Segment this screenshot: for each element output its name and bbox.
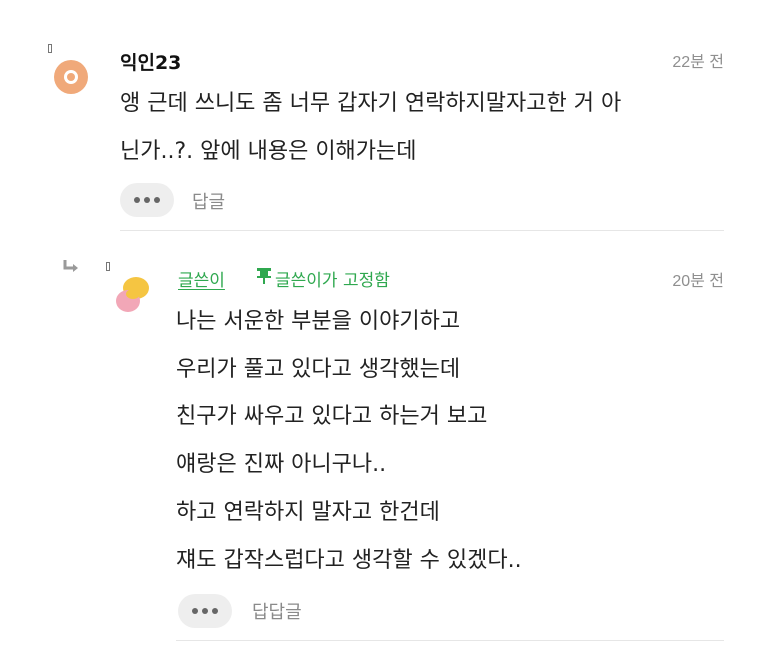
reply-text-line: 쟤도 갑작스럽다고 생각할 수 있겠다.. <box>176 548 522 573</box>
more-dot-icon <box>154 197 160 203</box>
reply-timestamp: 20분 전 <box>672 273 724 290</box>
comment-more-button[interactable] <box>120 183 174 217</box>
comment-text-line: 닌가..?. 앞에 내용은 이해가는데 <box>120 139 417 164</box>
reply-marker <box>106 262 110 271</box>
comment-divider <box>120 230 724 231</box>
pinned-label: 글쓴이가 고정함 <box>275 271 390 291</box>
more-dot-icon <box>212 608 218 614</box>
reply-text-line: 얘랑은 진짜 아니구나.. <box>176 452 387 477</box>
comment-marker <box>48 44 52 53</box>
more-dot-icon <box>192 608 198 614</box>
comment-reply-button[interactable]: 답글 <box>192 188 225 214</box>
commenter-name[interactable]: 익인23 <box>120 48 181 75</box>
more-dot-icon <box>144 197 150 203</box>
author-name[interactable]: 글쓴이 <box>178 266 225 291</box>
reply-more-button[interactable] <box>178 594 232 628</box>
reply-divider <box>176 640 724 641</box>
more-dot-icon <box>134 197 140 203</box>
reply-text-line: 하고 연락하지 말자고 한건데 <box>176 500 440 525</box>
pinned-badge: 글쓴이가 고정함 <box>256 266 390 291</box>
comment-timestamp: 22분 전 <box>672 54 724 71</box>
pin-icon <box>256 267 272 290</box>
more-dot-icon <box>202 608 208 614</box>
reply-text-line: 우리가 풀고 있다고 생각했는데 <box>176 357 461 382</box>
reply-arrow-icon <box>62 259 80 275</box>
author-avatar[interactable] <box>114 275 154 315</box>
reply-text-line: 나는 서운한 부분을 이야기하고 <box>176 309 461 334</box>
commenter-avatar[interactable] <box>54 60 88 94</box>
reply-reply-button[interactable]: 답답글 <box>252 598 302 624</box>
reply-text-line: 친구가 싸우고 있다고 하는거 보고 <box>176 404 488 429</box>
comment-text-line: 앵 근데 쓰니도 좀 너무 갑자기 연락하지말자고한 거 아 <box>120 91 622 116</box>
